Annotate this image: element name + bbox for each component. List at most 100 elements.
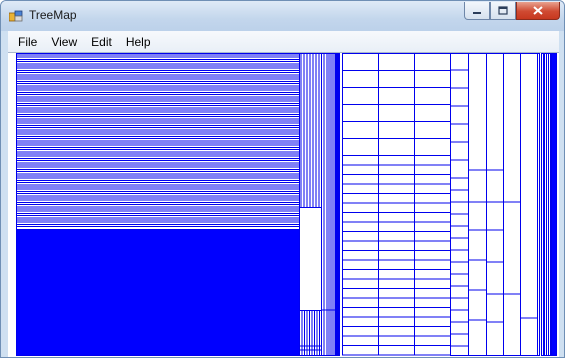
treemap-cell[interactable]	[414, 70, 451, 88]
treemap-cell[interactable]	[414, 326, 451, 337]
treemap-cell[interactable]	[378, 345, 415, 356]
treemap-cell[interactable]	[414, 183, 451, 194]
treemap-cell[interactable]	[414, 212, 451, 223]
treemap-cell[interactable]	[378, 155, 415, 166]
treemap-cell[interactable]	[342, 316, 379, 327]
treemap-cell[interactable]	[342, 288, 379, 299]
treemap-cell[interactable]	[468, 53, 487, 356]
treemap-cell[interactable]	[342, 164, 379, 175]
treemap-cell[interactable]	[378, 221, 415, 232]
treemap-cell[interactable]	[16, 229, 300, 356]
treemap-cell[interactable]	[378, 316, 415, 327]
treemap-cell[interactable]	[503, 53, 521, 356]
treemap-cell[interactable]	[378, 297, 415, 308]
treemap-cell[interactable]	[299, 207, 322, 311]
treemap-cell[interactable]	[16, 53, 300, 230]
treemap-cell[interactable]	[378, 307, 415, 318]
treemap-cell[interactable]	[414, 297, 451, 308]
treemap-cell[interactable]	[414, 278, 451, 289]
treemap-cell[interactable]	[378, 87, 415, 105]
treemap-cell[interactable]	[414, 250, 451, 261]
treemap-cell[interactable]	[342, 221, 379, 232]
treemap-cell[interactable]	[378, 278, 415, 289]
treemap-cell[interactable]	[342, 183, 379, 194]
treemap-cell[interactable]	[414, 104, 451, 122]
treemap-cell[interactable]	[378, 104, 415, 122]
treemap-cell[interactable]	[551, 53, 557, 356]
treemap-cell[interactable]	[486, 53, 504, 356]
treemap-cell[interactable]	[342, 326, 379, 337]
treemap-cell[interactable]	[414, 87, 451, 105]
treemap-cell[interactable]	[378, 53, 415, 71]
treemap-cell[interactable]	[378, 183, 415, 194]
treemap-cell[interactable]	[342, 231, 379, 242]
title-bar[interactable]: TreeMap	[1, 1, 564, 31]
treemap-cell[interactable]	[342, 53, 379, 71]
treemap-cell[interactable]	[378, 174, 415, 185]
treemap-cell[interactable]	[342, 202, 379, 213]
treemap-cell[interactable]	[342, 269, 379, 280]
treemap-cell[interactable]	[342, 193, 379, 204]
treemap-cell[interactable]	[378, 231, 415, 242]
treemap-cell[interactable]	[342, 104, 379, 122]
treemap-cell[interactable]	[414, 259, 451, 270]
treemap-cell[interactable]	[414, 221, 451, 232]
treemap-cell[interactable]	[342, 155, 379, 166]
treemap-cell[interactable]	[378, 259, 415, 270]
treemap-cell[interactable]	[342, 138, 379, 156]
treemap-cell[interactable]	[414, 164, 451, 175]
treemap-cell[interactable]	[378, 202, 415, 213]
treemap-cell[interactable]	[378, 121, 415, 139]
menu-file[interactable]: File	[11, 32, 44, 52]
close-button[interactable]	[516, 2, 560, 20]
treemap-cell[interactable]	[414, 307, 451, 318]
treemap-view[interactable]	[9, 50, 557, 358]
treemap-cell[interactable]	[378, 138, 415, 156]
treemap-cell[interactable]	[414, 345, 451, 356]
menu-view[interactable]: View	[44, 32, 84, 52]
treemap-cell[interactable]	[541, 53, 544, 356]
maximize-button[interactable]	[490, 2, 516, 20]
treemap-cell[interactable]	[378, 164, 415, 175]
treemap-cell[interactable]	[342, 335, 379, 346]
treemap-cell[interactable]	[414, 174, 451, 185]
treemap-cell[interactable]	[342, 121, 379, 139]
treemap-cell[interactable]	[414, 240, 451, 251]
menu-help[interactable]: Help	[119, 32, 158, 52]
treemap-cell[interactable]	[342, 345, 379, 356]
treemap-cell[interactable]	[342, 259, 379, 270]
treemap-cell[interactable]	[414, 316, 451, 327]
treemap-cell[interactable]	[342, 174, 379, 185]
treemap-cell[interactable]	[414, 121, 451, 139]
treemap-cell[interactable]	[378, 240, 415, 251]
treemap-cell[interactable]	[537, 53, 540, 356]
treemap-cell[interactable]	[414, 138, 451, 156]
treemap-cell[interactable]	[378, 269, 415, 280]
treemap-cell[interactable]	[378, 250, 415, 261]
treemap-cell[interactable]	[299, 310, 322, 356]
treemap-cell[interactable]	[414, 269, 451, 280]
treemap-cell[interactable]	[342, 278, 379, 289]
menu-edit[interactable]: Edit	[84, 32, 119, 52]
treemap-cell[interactable]	[378, 70, 415, 88]
treemap-cell[interactable]	[342, 240, 379, 251]
treemap-cell[interactable]	[414, 231, 451, 242]
treemap-cell[interactable]	[342, 87, 379, 105]
treemap-cell[interactable]	[414, 335, 451, 346]
treemap-cell[interactable]	[378, 193, 415, 204]
treemap-cell[interactable]	[414, 193, 451, 204]
treemap-cell[interactable]	[342, 212, 379, 223]
treemap-cell[interactable]	[378, 212, 415, 223]
treemap-cell[interactable]	[378, 288, 415, 299]
treemap-cell[interactable]	[414, 155, 451, 166]
treemap-cell[interactable]	[520, 53, 538, 356]
treemap-cell[interactable]	[414, 288, 451, 299]
treemap-cell[interactable]	[414, 53, 451, 71]
minimize-button[interactable]	[464, 2, 490, 20]
treemap-cell[interactable]	[342, 250, 379, 261]
treemap-cell[interactable]	[378, 335, 415, 346]
treemap-cell[interactable]	[414, 202, 451, 213]
treemap-cell[interactable]	[378, 326, 415, 337]
treemap-cell[interactable]	[342, 307, 379, 318]
treemap-cell[interactable]	[342, 70, 379, 88]
